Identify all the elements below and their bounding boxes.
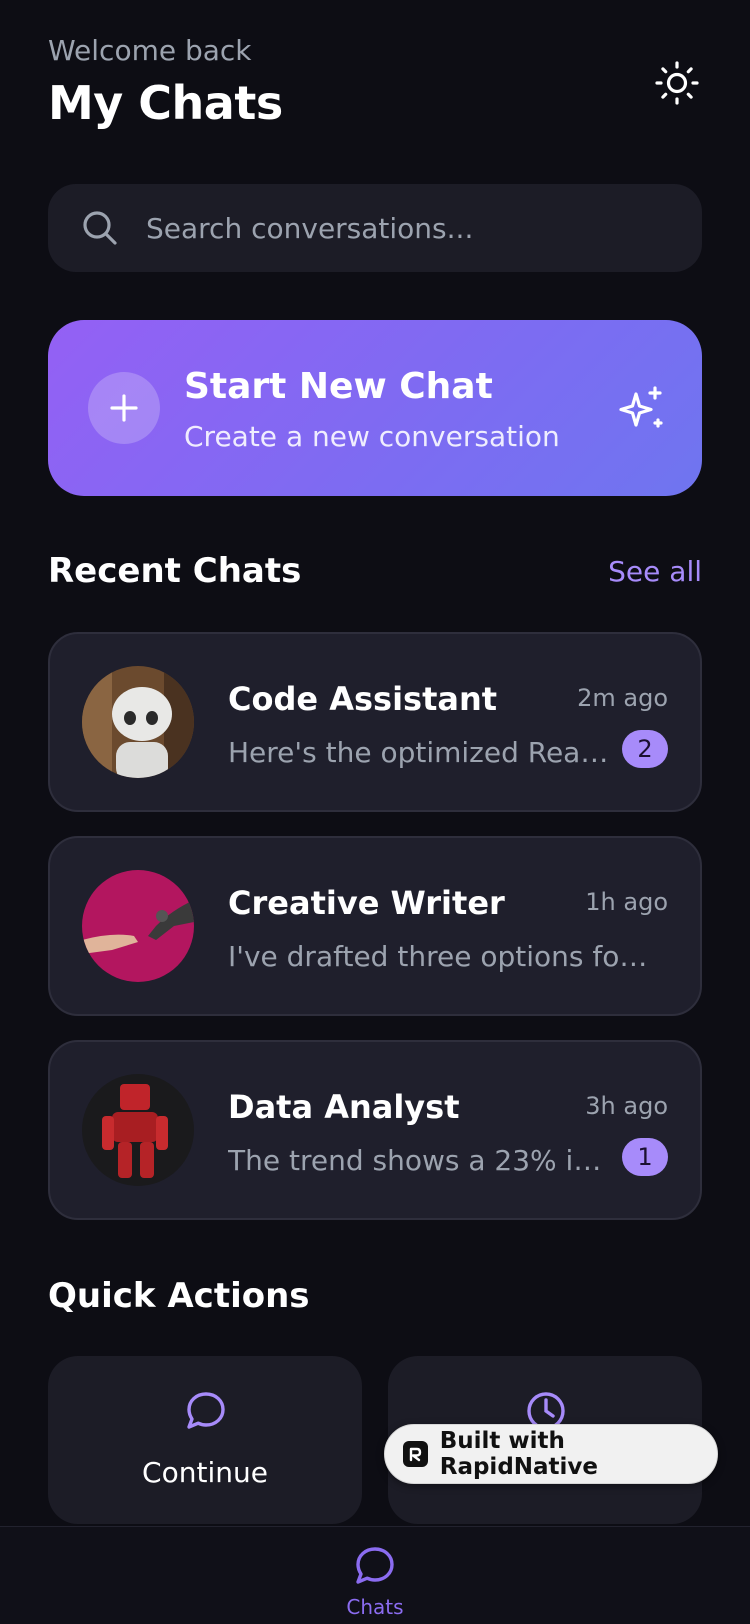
avatar [82,666,194,778]
rapidnative-logo-icon [403,1441,428,1467]
chats-screen: Welcome back My Chats Search conversatio… [0,0,750,1624]
start-new-chat-button[interactable]: Start New Chat Create a new conversation [48,320,702,496]
built-with-badge[interactable]: Built with RapidNative [384,1424,718,1484]
page-title: My Chats [48,76,283,130]
built-with-text: Built with RapidNative [439,1428,599,1480]
unread-badge: 2 [622,730,668,768]
quick-action-label: Continue [142,1456,268,1489]
chat-card-creative-writer[interactable]: Creative Writer 1h ago I've drafted thre… [48,836,702,1016]
chat-card-data-analyst[interactable]: Data Analyst 3h ago The trend shows a 23… [48,1040,702,1220]
chat-preview: Here's the optimized React ... [228,736,616,769]
sparkle-icon [619,386,663,428]
chat-bubble-icon [356,1547,394,1584]
recent-chats-heading: Recent Chats [48,551,302,591]
chat-name: Code Assistant [228,680,498,718]
chat-preview: The trend shows a 23% incr... [228,1144,616,1177]
bottom-navigation: Chats [0,1526,750,1624]
chat-time: 3h ago [585,1092,668,1120]
chat-time: 2m ago [577,684,668,712]
search-input[interactable]: Search conversations... [48,184,702,272]
chat-time: 1h ago [585,888,668,916]
search-icon [80,208,120,248]
theme-toggle-button[interactable] [650,56,704,110]
tab-chats[interactable]: Chats [340,1545,410,1624]
avatar [82,1074,194,1186]
chat-preview: I've drafted three options for y... [228,940,658,973]
new-chat-title: Start New Chat [184,366,493,407]
avatar [82,870,194,982]
welcome-text: Welcome back [48,34,252,67]
see-all-link[interactable]: See all [608,555,702,588]
plus-icon [88,372,160,444]
tab-label: Chats [346,1595,404,1619]
quick-actions-heading: Quick Actions [48,1276,310,1316]
unread-badge: 1 [622,1138,668,1176]
new-chat-subtitle: Create a new conversation [184,420,560,453]
quick-action-continue[interactable]: Continue [48,1356,362,1524]
chat-card-code-assistant[interactable]: Code Assistant 2m ago Here's the optimiz… [48,632,702,812]
sun-icon [655,61,699,105]
chat-name: Creative Writer [228,884,505,922]
chat-bubble-icon [187,1392,225,1429]
chat-name: Data Analyst [228,1088,460,1126]
search-placeholder: Search conversations... [146,211,474,245]
